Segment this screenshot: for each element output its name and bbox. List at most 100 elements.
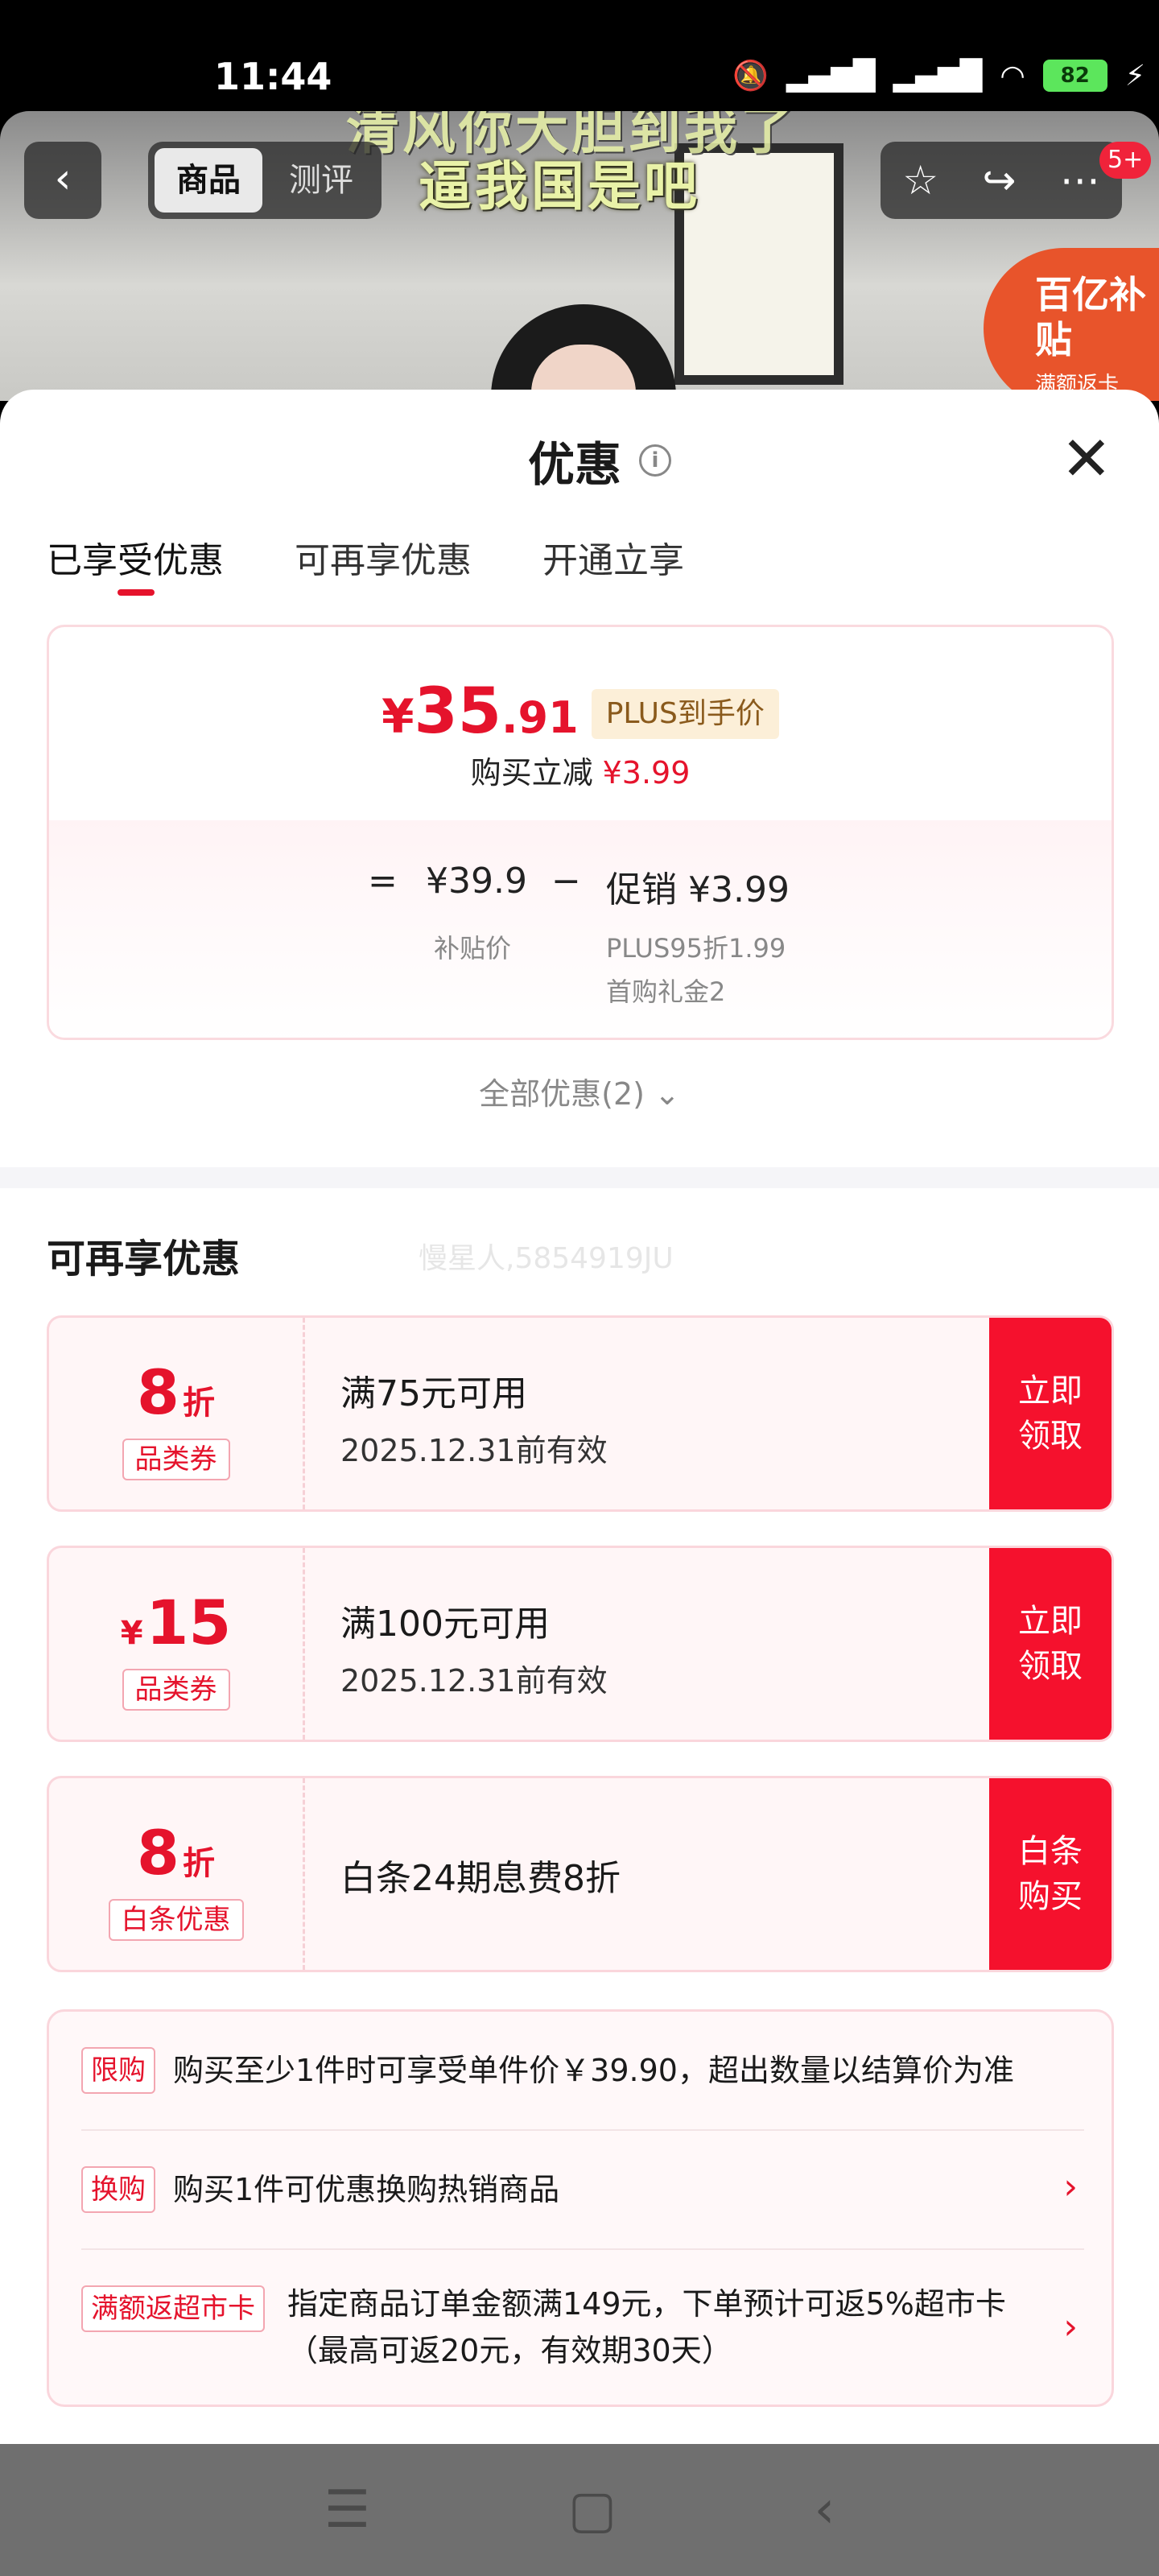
final-price-yen: ¥ — [382, 689, 415, 744]
header-actions: ☆ ↪ ⋯ — [881, 142, 1122, 219]
more-icon[interactable]: ⋯ — [1060, 157, 1100, 204]
baitiao-buy-button[interactable]: 白条 购买 — [989, 1778, 1112, 1970]
coupon-card: 8 折 白条优惠 白条24期息费8折 白条 购买 — [47, 1776, 1114, 1972]
info-text: 指定商品订单金额满149元，下单预计可返5%超市卡（最高可返20元，有效期30天… — [287, 2286, 1006, 2368]
claim-coupon-button[interactable]: 立即 领取 — [989, 1318, 1112, 1509]
info-tag: 限购 — [81, 2047, 155, 2094]
subsidy-label: 百亿补贴 — [1035, 273, 1146, 361]
header-segment: 商品 测评 — [148, 142, 382, 219]
discount-tabs: 已享受优惠 可再享优惠 开通立享 — [47, 531, 684, 596]
chevron-left-icon: ‹ — [54, 155, 72, 203]
coupon-value-number: 8 — [137, 1356, 179, 1428]
notification-badge: 5+ — [1099, 142, 1152, 179]
coupon-value: 8 折 — [49, 1817, 303, 1889]
coupon-condition: 白条24期息费8折 — [340, 1858, 621, 1899]
info-row: 限购 购买至少1件时可享受单件价￥39.90，超出数量以结算价为准 — [81, 2012, 1084, 2131]
promo-value: 促销 ¥3.99 — [606, 869, 790, 910]
tab-enjoyed[interactable]: 已享受优惠 — [47, 531, 224, 596]
claim-coupon-label: 立即 领取 — [1018, 1603, 1083, 1685]
equals-sign: = — [368, 861, 398, 902]
segment-review[interactable]: 测评 — [267, 148, 375, 213]
coupon-value-suffix: 折 — [182, 1385, 215, 1422]
coupon-value: ¥ 15 — [49, 1587, 303, 1658]
coupon-details: 满75元可用 2025.12.31前有效 — [340, 1364, 608, 1470]
close-icon[interactable]: ✕ — [1061, 428, 1112, 489]
coupon-value-area: ¥ 15 品类券 — [49, 1548, 305, 1740]
coupon-condition: 满75元可用 — [340, 1373, 527, 1414]
info-text: 购买至少1件时可享受单件价￥39.90，超出数量以结算价为准 — [173, 2053, 1014, 2088]
discount-sheet: 优惠 i ✕ 已享受优惠 可再享优惠 开通立享 ¥ 35 .91 PLUS到手价… — [0, 390, 1159, 2444]
coupon-value-area: 8 折 白条优惠 — [49, 1778, 305, 1970]
coupon-expiry: 2025.12.31前有效 — [340, 1433, 608, 1468]
favorite-star-icon[interactable]: ☆ — [902, 157, 938, 204]
wifi-icon: ◠ — [1000, 59, 1025, 93]
sheet-title: 优惠 — [528, 437, 622, 492]
plus-price-tag: PLUS到手价 — [591, 689, 779, 739]
final-price-int: 35 — [414, 675, 502, 748]
back-icon[interactable]: ‹ — [815, 2480, 835, 2540]
coupon-condition: 满100元可用 — [340, 1604, 550, 1645]
info-row-exchange[interactable]: 换购 购买1件可优惠换购热销商品 › — [81, 2131, 1084, 2250]
coupon-card: ¥ 15 品类券 满100元可用 2025.12.31前有效 立即 领取 — [47, 1546, 1114, 1742]
base-price: ¥39.9 — [426, 861, 527, 902]
product-video[interactable]: 清风你大胆到我了 逼我国是吧 ‹ 商品 测评 ☆ ↪ ⋯ 5+ 百亿补贴 满额返卡 — [0, 111, 1159, 401]
coupon-value-area: 8 折 品类券 — [49, 1318, 305, 1509]
info-tag: 换购 — [81, 2166, 155, 2213]
cut-value: ¥3.99 — [602, 755, 691, 791]
coupon-value-number: 8 — [137, 1817, 179, 1889]
info-text: 购买1件可优惠换购热销商品 — [173, 2172, 560, 2207]
coupon-expiry: 2025.12.31前有效 — [340, 1663, 608, 1699]
tab-open[interactable]: 开通立享 — [542, 531, 684, 596]
claim-coupon-label: 立即 领取 — [1018, 1373, 1083, 1455]
status-time: 11:44 — [214, 55, 332, 98]
signal-icon-2: ▂▄▆█ — [893, 59, 983, 93]
info-icon[interactable]: i — [639, 444, 672, 477]
segment-product[interactable]: 商品 — [155, 148, 262, 213]
coupon-value-suffix: 折 — [182, 1845, 215, 1882]
cut-label: 购买立减 — [470, 755, 593, 791]
coupon-value-number: 15 — [146, 1587, 232, 1658]
system-nav-bar: ☰ ▢ ‹ — [0, 2444, 1159, 2576]
coupon-details: 白条24期息费8折 — [340, 1849, 621, 1901]
base-price-label: 补贴价 — [434, 933, 512, 964]
coupon-type-tag: 品类券 — [122, 1669, 230, 1711]
watermark: 慢星人,5854919JU — [419, 1242, 674, 1275]
promo-sub-2: 首购礼金2 — [606, 976, 726, 1007]
subsidy-badge[interactable]: 百亿补贴 满额返卡 — [984, 248, 1159, 401]
coupon-card: 8 折 品类券 满75元可用 2025.12.31前有效 立即 领取 — [47, 1315, 1114, 1512]
home-icon[interactable]: ▢ — [568, 2480, 617, 2540]
final-price: ¥ 35 .91 PLUS到手价 — [49, 675, 1112, 749]
section-divider — [0, 1167, 1159, 1188]
video-caption: 逼我国是吧 — [419, 155, 700, 217]
mute-icon: 🔕 — [732, 60, 769, 93]
battery-icon: 82 — [1042, 60, 1107, 92]
all-discounts-button[interactable]: 全部优惠(2) ⌄ — [0, 1069, 1159, 1113]
final-price-dec: .91 — [501, 692, 579, 743]
coupon-type-tag: 品类券 — [122, 1439, 230, 1480]
promo-sub-1: PLUS95折1.99 — [606, 933, 786, 964]
purchase-info-box: 限购 购买至少1件时可享受单件价￥39.90，超出数量以结算价为准 换购 购买1… — [47, 2009, 1114, 2407]
coupon-details: 满100元可用 2025.12.31前有效 — [340, 1595, 608, 1700]
price-card: ¥ 35 .91 PLUS到手价 购买立减 ¥3.99 = ¥39.9 − 促销 … — [47, 625, 1114, 1040]
baitiao-buy-label: 白条 购买 — [1018, 1833, 1083, 1915]
back-button[interactable]: ‹ — [24, 142, 101, 219]
share-icon[interactable]: ↪ — [982, 157, 1016, 204]
charging-icon: ⚡ — [1124, 59, 1146, 93]
coupon-type-tag: 白条优惠 — [108, 1899, 244, 1941]
info-tag: 满额返超市卡 — [81, 2285, 265, 2332]
claim-coupon-button[interactable]: 立即 领取 — [989, 1548, 1112, 1740]
signal-icon: ▂▄▆█ — [786, 59, 876, 93]
menu-icon[interactable]: ☰ — [324, 2480, 370, 2540]
info-row-supermarket-card[interactable]: 满额返超市卡 指定商品订单金额满149元，下单预计可返5%超市卡（最高可返20元… — [81, 2250, 1084, 2403]
chevron-right-icon: › — [1063, 2306, 1078, 2347]
minus-sign: − — [551, 861, 581, 902]
price-card-band — [49, 820, 1112, 1038]
status-bar: 11:44 🔕 ▂▄▆█ ▂▄▆█ ◠ 82 ⚡ — [0, 0, 1159, 111]
chevron-right-icon: › — [1063, 2166, 1078, 2207]
coupon-value: 8 折 — [49, 1356, 303, 1428]
sheet-title-row: 优惠 i — [528, 427, 672, 494]
section-title: 可再享优惠 — [47, 1236, 241, 1282]
status-icons: 🔕 ▂▄▆█ ▂▄▆█ ◠ 82 ⚡ — [732, 53, 1159, 98]
coupon-value-prefix: ¥ — [120, 1615, 143, 1652]
tab-more[interactable]: 可再享优惠 — [295, 531, 472, 596]
